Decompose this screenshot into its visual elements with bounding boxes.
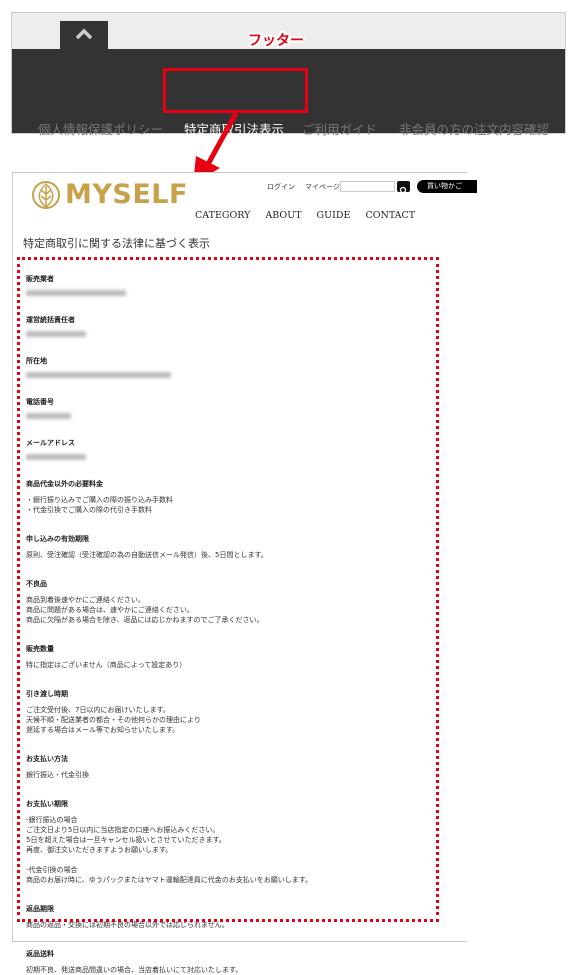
redacted-value <box>26 413 71 419</box>
nav-category[interactable]: CATEGORY <box>195 210 250 221</box>
section-text: 再度、御注文いただきますようお願いします。 <box>26 846 173 854</box>
info-section: メールアドレス <box>26 438 436 460</box>
section-heading: 電話番号 <box>26 398 54 406</box>
section-text: -銀行振込の場合 <box>26 816 78 824</box>
section-heading: 引き渡し時期 <box>26 690 68 698</box>
info-section: 運営統括責任者 <box>26 315 436 337</box>
section-heading: お支払い期限 <box>26 800 68 808</box>
section-text: 商品に欠陥がある場合を除き、返品には応じかねますのでご了承ください。 <box>26 616 264 624</box>
main-nav: CATEGORY ABOUT GUIDE CONTACT <box>195 210 415 221</box>
info-section: 所在地 <box>26 356 436 378</box>
highlighted-content: 販売業者運営統括責任者 所在地電話番号メールアドレス商品代金以外の必要料金・銀行振… <box>17 257 439 974</box>
section-text: 初期不良、発送商品間違いの場合、当店着払いにて対応いたします。 <box>26 966 243 974</box>
section-text: 原則、受注確認（受注確認の為の自動送信メール発信）後、5日間とします。 <box>26 551 268 559</box>
section-heading: お支払い方法 <box>26 755 68 763</box>
section-heading: 不良品 <box>26 580 47 588</box>
section-text: ・代金引換でご購入の際の代引き手数料 <box>26 506 152 514</box>
info-section: お支払い方法銀行振込・代金引換 <box>26 754 436 780</box>
nav-guide[interactable]: GUIDE <box>317 210 351 221</box>
section-heading: 申し込みの有効期限 <box>26 535 89 543</box>
login-link[interactable]: ログイン <box>267 182 295 192</box>
header-links: ログイン マイページ <box>267 182 340 192</box>
nav-contact[interactable]: CONTACT <box>365 210 415 221</box>
search-icon <box>399 186 408 195</box>
section-text: 商品に問題がある場合は、速やかにご連絡ください。 <box>26 606 194 614</box>
section-heading: 運営統括責任者 <box>26 316 75 324</box>
section-text: 遅延する場合はメール等でお知らせいたします。 <box>26 726 180 734</box>
leaf-logo-icon <box>32 180 60 209</box>
section-heading: 販売数量 <box>26 645 54 653</box>
info-section: お支払い期限 -銀行振込の場合ご注文日より5日以内に当店指定の口座へお振込みくださ… <box>26 799 436 885</box>
redacted-value <box>26 372 171 378</box>
info-section: 販売数量特に指定はございません（商品によって設定あり） <box>26 644 436 670</box>
section-text: ご注文受付後、7日以内にお届けいたします。 <box>26 706 170 714</box>
section-heading: 販売業者 <box>26 275 54 283</box>
info-section: 電話番号 <box>26 397 436 419</box>
redacted-value <box>26 454 86 460</box>
section-heading: 所在地 <box>26 357 47 365</box>
section-text <box>26 855 436 865</box>
info-section: 販売業者 <box>26 274 436 296</box>
section-text: ・銀行振り込みでご購入の際の振り込み手数料 <box>26 496 173 504</box>
info-section: 申し込みの有効期限原則、受注確認（受注確認の為の自動送信メール発信）後、5日間と… <box>26 534 436 560</box>
section-text: 天候不順・配送業者の都合・その他何らかの理由により <box>26 716 201 724</box>
section-text: 商品のお届け時に、ゆうパックまたはヤマト運輸配達員に代金のお支払いをお願いします… <box>26 876 313 884</box>
page-title: 特定商取引に関する法律に基づく表示 <box>23 237 210 250</box>
section-heading: 返品送料 <box>26 950 54 958</box>
info-section: 返品送料初期不良、発送商品間違いの場合、当店着払いにて対応いたします。 <box>26 949 436 975</box>
mypage-link[interactable]: マイページ <box>305 182 340 192</box>
section-text: 商品の返品・交換には初期不良の場合以外では応じられません。 <box>26 921 229 929</box>
section-text: 5日を超えた場合は一旦キャンセル扱いとさせていただきます。 <box>26 836 226 844</box>
section-text: 特に指定はございません（商品によって設定あり） <box>26 661 187 669</box>
section-heading: メールアドレス <box>26 439 75 447</box>
info-section: 商品代金以外の必要料金・銀行振り込みでご購入の際の振り込み手数料 ・代金引換でご購… <box>26 479 436 515</box>
logo-text: MYSELF <box>65 179 188 210</box>
site-logo[interactable]: MYSELF <box>31 179 188 210</box>
nav-about[interactable]: ABOUT <box>265 210 301 221</box>
info-section: 不良品商品到着後速やかにご連絡ください。商品に問題がある場合は、速やかにご連絡く… <box>26 579 436 625</box>
search-button[interactable] <box>397 181 410 195</box>
arrow-icon <box>193 111 239 184</box>
redacted-value <box>26 331 86 337</box>
info-section: 引き渡し時期ご注文受付後、7日以内にお届けいたします。天候不順・配送業者の都合・… <box>26 689 436 735</box>
section-heading: 返品期限 <box>26 905 54 913</box>
section-text: 銀行振込・代金引換 <box>26 771 89 779</box>
section-text: 商品到着後速やかにご連絡ください。 <box>26 596 145 604</box>
info-section: 返品期限商品の返品・交換には初期不良の場合以外では応じられません。 <box>26 904 436 930</box>
tokushoho-page: MYSELF ログイン マイページ 買い物かご CATEGORY ABOUT G… <box>12 172 477 974</box>
section-text: ご注文日より5日以内に当店指定の口座へお振込みください。 <box>26 826 220 834</box>
search-input[interactable] <box>340 181 395 192</box>
section-heading: 商品代金以外の必要料金 <box>26 480 103 488</box>
redacted-value <box>26 290 126 296</box>
section-text: -代金引換の場合 <box>26 866 78 874</box>
cart-button[interactable]: 買い物かご <box>417 180 477 193</box>
